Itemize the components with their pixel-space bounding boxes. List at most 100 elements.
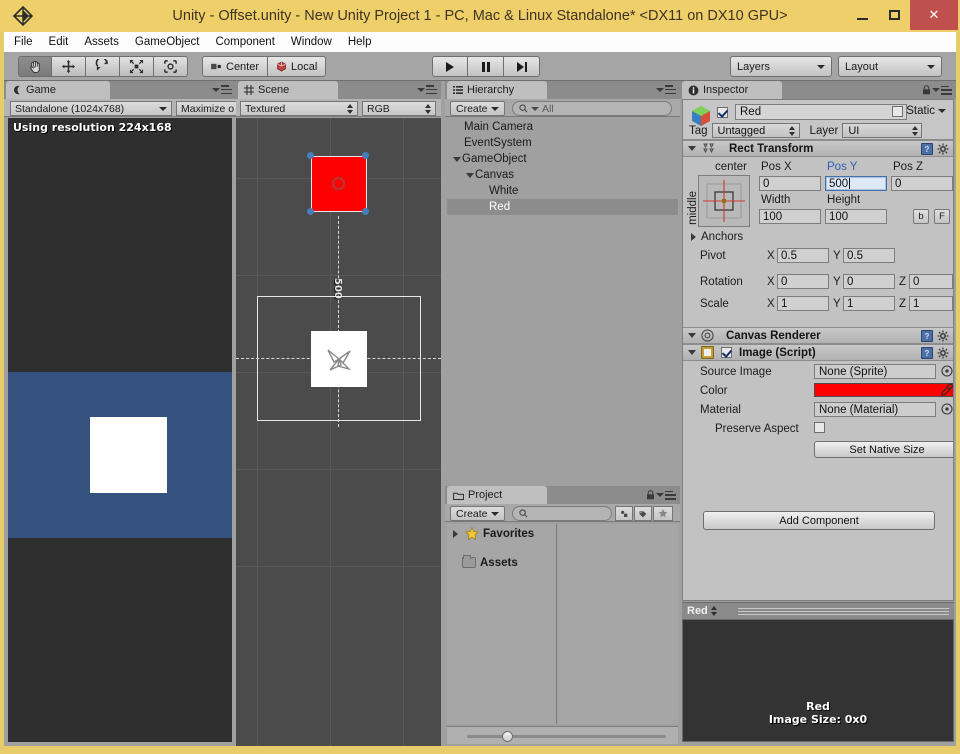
scale-x-input[interactable]: 1 xyxy=(777,296,829,311)
inspector-tab-menu[interactable] xyxy=(922,85,952,95)
updown-icon[interactable] xyxy=(711,606,718,616)
foldout-toggle[interactable] xyxy=(686,143,697,154)
rect-tool-button[interactable] xyxy=(154,56,188,77)
game-viewport[interactable]: Using resolution 224x168 xyxy=(8,118,232,742)
rect-transform-header[interactable]: Rect Transform ? xyxy=(683,140,953,157)
project-tab-menu[interactable] xyxy=(646,490,676,500)
set-native-size-button[interactable]: Set Native Size xyxy=(814,441,953,458)
tab-hierarchy[interactable]: Hierarchy xyxy=(447,81,547,99)
resize-handle-bottom-right[interactable] xyxy=(362,208,369,215)
add-component-button[interactable]: Add Component xyxy=(703,511,935,530)
scale-z-input[interactable]: 1 xyxy=(909,296,953,311)
hierarchy-tree[interactable]: Main Camera EventSystem GameObject Canva… xyxy=(447,119,678,484)
scene-viewport[interactable]: 500 xyxy=(236,118,441,746)
image-enabled-checkbox[interactable] xyxy=(721,347,732,358)
hierarchy-search-input[interactable]: All xyxy=(512,101,672,116)
project-item-assets[interactable]: Assets xyxy=(447,553,556,572)
layers-dropdown[interactable]: Layers xyxy=(730,56,832,77)
object-name-input[interactable]: Red xyxy=(735,104,907,120)
hierarchy-item-red[interactable]: Red xyxy=(447,199,678,215)
project-create-button[interactable]: Create xyxy=(450,506,505,521)
hierarchy-item-main-camera[interactable]: Main Camera xyxy=(447,119,678,135)
material-field[interactable]: None (Material) xyxy=(814,402,936,417)
tab-game[interactable]: Game xyxy=(6,81,110,99)
close-button[interactable]: ✕ xyxy=(910,0,958,30)
anchor-preset-button[interactable] xyxy=(698,175,750,227)
game-tab-menu[interactable] xyxy=(212,85,232,94)
menu-assets[interactable]: Assets xyxy=(82,35,128,49)
layout-dropdown[interactable]: Layout xyxy=(838,56,942,77)
foldout-toggle[interactable] xyxy=(464,170,475,181)
tab-scene[interactable]: Scene xyxy=(238,81,338,99)
hierarchy-item-white[interactable]: White xyxy=(447,183,678,199)
filter-by-type-button[interactable] xyxy=(615,506,633,521)
hierarchy-item-gameobject[interactable]: GameObject xyxy=(447,151,678,167)
layer-dropdown[interactable]: UI xyxy=(842,123,923,138)
menu-edit[interactable]: Edit xyxy=(47,35,78,49)
pivot-mode-button[interactable]: Center xyxy=(202,56,269,77)
rotate-tool-button[interactable] xyxy=(86,56,120,77)
menu-gameobject[interactable]: GameObject xyxy=(133,35,209,49)
help-icon[interactable]: ? xyxy=(921,330,933,342)
pos-y-input[interactable]: 500 xyxy=(825,176,887,191)
object-picker-icon[interactable] xyxy=(941,403,953,415)
pos-z-input[interactable]: 0 xyxy=(891,176,953,191)
filter-by-label-button[interactable] xyxy=(634,506,652,521)
aspect-dropdown[interactable]: Standalone (1024x768) xyxy=(10,101,172,116)
gear-icon[interactable] xyxy=(937,347,949,359)
pivot-rotation-button[interactable]: Local xyxy=(268,56,327,77)
project-content-pane[interactable] xyxy=(558,524,678,724)
foldout-toggle[interactable] xyxy=(688,232,699,243)
image-script-header[interactable]: Image (Script) ? xyxy=(683,344,953,361)
color-swatch-field[interactable] xyxy=(814,383,953,397)
pivot-y-input[interactable]: 0.5 xyxy=(843,248,895,263)
rotation-y-input[interactable]: 0 xyxy=(843,274,895,289)
resize-handle-top-left[interactable] xyxy=(307,152,314,159)
preserve-aspect-checkbox[interactable] xyxy=(814,422,825,433)
rotation-x-input[interactable]: 0 xyxy=(777,274,829,289)
width-input[interactable]: 100 xyxy=(759,209,821,224)
zoom-slider-knob[interactable] xyxy=(502,731,513,742)
menu-window[interactable]: Window xyxy=(289,35,341,49)
gear-icon[interactable] xyxy=(937,330,949,342)
hand-tool-button[interactable] xyxy=(18,56,52,77)
project-folder-tree[interactable]: Favorites Assets xyxy=(447,524,557,724)
zoom-slider-track[interactable] xyxy=(467,735,666,738)
play-button[interactable] xyxy=(432,56,468,77)
tab-inspector[interactable]: Inspector xyxy=(682,81,782,99)
rotation-z-input[interactable]: 0 xyxy=(909,274,953,289)
foldout-toggle[interactable] xyxy=(451,154,462,165)
anchors-foldout[interactable]: Anchors xyxy=(688,231,743,243)
hierarchy-item-canvas[interactable]: Canvas xyxy=(447,167,678,183)
foldout-toggle[interactable] xyxy=(450,528,461,539)
tag-dropdown[interactable]: Untagged xyxy=(711,123,800,138)
step-button[interactable] xyxy=(504,56,540,77)
pivot-x-input[interactable]: 0.5 xyxy=(777,248,829,263)
resize-handle-top-right[interactable] xyxy=(362,152,369,159)
object-active-checkbox[interactable] xyxy=(717,107,728,118)
pivot-handle[interactable] xyxy=(332,177,345,190)
favorite-button[interactable] xyxy=(653,506,673,521)
menu-file[interactable]: File xyxy=(12,35,42,49)
move-tool-button[interactable] xyxy=(52,56,86,77)
source-image-field[interactable]: None (Sprite) xyxy=(814,364,936,379)
canvas-renderer-header[interactable]: Canvas Renderer ? xyxy=(683,327,953,344)
help-icon[interactable]: ? xyxy=(921,347,933,359)
pos-x-input[interactable]: 0 xyxy=(759,176,821,191)
eyedropper-icon[interactable] xyxy=(940,383,954,397)
scale-y-input[interactable]: 1 xyxy=(843,296,895,311)
resize-handle-bottom-left[interactable] xyxy=(307,208,314,215)
maximize-button[interactable] xyxy=(878,0,910,30)
hierarchy-item-eventsystem[interactable]: EventSystem xyxy=(447,135,678,151)
render-mode-dropdown[interactable]: RGB xyxy=(362,101,436,116)
static-checkbox[interactable] xyxy=(892,105,904,117)
gear-icon[interactable] xyxy=(937,143,949,155)
minimize-button[interactable] xyxy=(846,0,878,30)
raw-edit-mode-button[interactable]: F xyxy=(934,209,950,224)
preview-header-bar[interactable]: Red xyxy=(682,602,954,619)
pause-button[interactable] xyxy=(468,56,504,77)
hierarchy-tab-menu[interactable] xyxy=(656,85,676,94)
draw-mode-dropdown[interactable]: Textured xyxy=(240,101,358,116)
static-toggle[interactable]: Static xyxy=(892,105,946,117)
scene-tab-menu[interactable] xyxy=(417,85,437,94)
